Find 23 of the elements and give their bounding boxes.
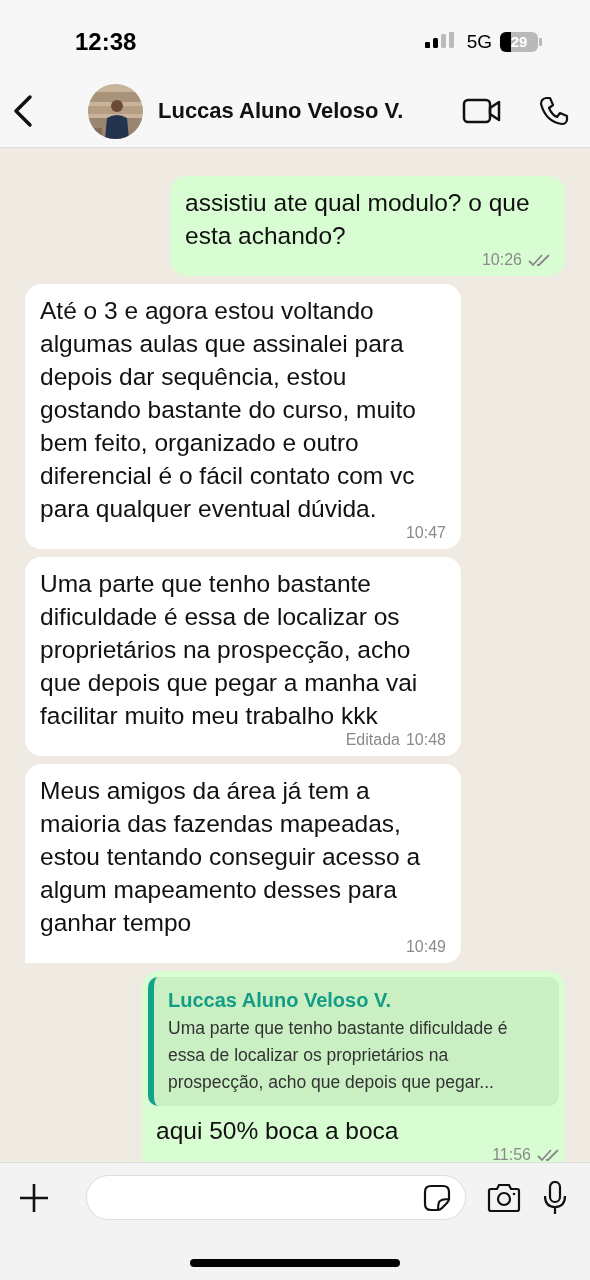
message-time: 11:56 — [492, 1145, 531, 1162]
message-text: Até o 3 e agora estou voltando algumas aulas que assinalei para depois dar sequência, estou gostando bastante do curso, muito bem feito, organizado e outro diferencial é o fácil contato com vc para qualquer eventual dúvida. — [40, 296, 417, 524]
network-label: 5G — [466, 30, 492, 53]
microphone-icon[interactable] — [542, 1180, 568, 1215]
message-text: Uma parte que tenho bastante dificuldade é essa de localizar os proprietários na prospecção, acho que depois que pegar a manha vai facilitar muito meu trabalho kkk — [40, 569, 419, 731]
camera-icon[interactable] — [486, 1182, 522, 1213]
message-time: 10:48 — [405, 730, 446, 750]
message-time: 10:47 — [405, 523, 446, 543]
quoted-author: Luccas Aluno Veloso V. — [168, 988, 393, 1013]
message-text: assistiu ate qual modulo? o que esta achando? — [185, 188, 531, 251]
message-time: 10:26 — [481, 250, 522, 270]
phone-icon[interactable] — [538, 95, 570, 127]
contact-name[interactable]: Luccas Aluno Veloso V. — [158, 98, 442, 124]
message-text: Meus amigos da área já tem a maioria das fazendas mapeadas, estou tentando conseguir acesso a algum mapeamento desses para ganhar tempo — [40, 776, 421, 938]
video-call-icon[interactable] — [462, 97, 502, 125]
message-field[interactable] — [86, 1175, 466, 1220]
sticker-icon[interactable] — [423, 1183, 451, 1212]
message-text: aqui 50% boca a boca — [155, 1116, 400, 1146]
edited-label: Editada — [345, 730, 400, 750]
status-time: 12:38 — [75, 27, 137, 56]
add-icon[interactable] — [18, 1181, 50, 1214]
message-time: 10:49 — [405, 937, 446, 957]
quoted-text: Uma parte que tenho bastante dificuldade é essa de localizar os proprietários na prospecção, acho que depois que pegar... — [168, 1017, 509, 1094]
